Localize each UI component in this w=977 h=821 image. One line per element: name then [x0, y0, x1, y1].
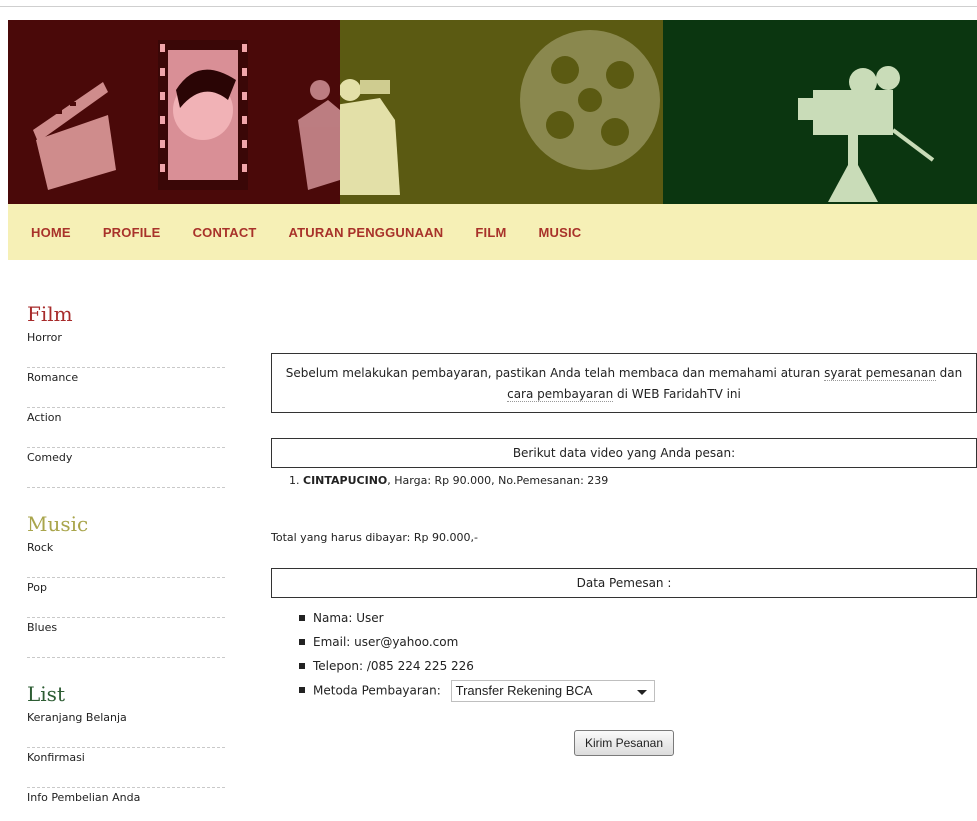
cara-pembayaran-link[interactable]: cara pembayaran	[507, 387, 614, 402]
order-list: CINTAPUCINO, Harga: Rp 90.000, No.Pemesa…	[293, 474, 977, 487]
sidebar-item-konfirmasi[interactable]: Konfirmasi	[27, 748, 225, 788]
sidebar: Film Horror Romance Action Comedy Music …	[27, 300, 225, 821]
sidebar-item-blues[interactable]: Blues	[27, 618, 225, 658]
payment-method-select[interactable]: Transfer Rekening BCA	[450, 680, 655, 702]
sidebar-music-section: Music Rock Pop Blues	[27, 510, 225, 658]
sidebar-item-comedy[interactable]: Comedy	[27, 448, 225, 488]
sidebar-music-title: Music	[27, 512, 89, 536]
sidebar-item-romance[interactable]: Romance	[27, 368, 225, 408]
top-divider	[0, 6, 977, 7]
film-reel-icon	[340, 30, 660, 195]
nav-profile[interactable]: PROFILE	[103, 225, 161, 240]
buyer-header: Data Pemesan :	[271, 568, 977, 598]
cameraman	[340, 79, 400, 195]
sidebar-item-label: Rock	[27, 541, 54, 554]
clapperboard-icon	[33, 40, 340, 190]
sidebar-list-title: List	[27, 682, 65, 706]
sidebar-item-keranjang-belanja[interactable]: Keranjang Belanja	[27, 708, 225, 748]
buyer-phone: Telepon: /085 224 225 226	[299, 656, 977, 680]
sidebar-item-label: Romance	[27, 371, 79, 384]
banner-panel-reel	[340, 20, 663, 204]
order-price: Harga: Rp 90.000	[394, 474, 492, 487]
sidebar-item-label: Comedy	[27, 451, 73, 464]
buyer-email: Email: user@yahoo.com	[299, 632, 977, 656]
sidebar-item-action[interactable]: Action	[27, 408, 225, 448]
buyer-name: Nama: User	[299, 608, 977, 632]
order-title: CINTAPUCINO	[303, 474, 388, 487]
syarat-pemesanan-link[interactable]: syarat pemesanan	[824, 366, 936, 381]
main-content: Sebelum melakukan pembayaran, pastikan A…	[271, 353, 977, 756]
notice-text: Sebelum melakukan pembayaran, pastikan A…	[285, 366, 825, 380]
sidebar-item-rock[interactable]: Rock	[27, 538, 225, 578]
nav-film[interactable]: FILM	[475, 225, 506, 240]
payment-method-label: Metoda Pembayaran:	[313, 683, 441, 698]
sidebar-item-label: Konfirmasi	[27, 751, 85, 764]
sidebar-film-section: Film Horror Romance Action Comedy	[27, 300, 225, 488]
sidebar-item-label: Action	[27, 411, 62, 424]
payment-notice: Sebelum melakukan pembayaran, pastikan A…	[271, 353, 977, 413]
nav-music[interactable]: MUSIC	[539, 225, 582, 240]
nav-home[interactable]: HOME	[31, 225, 71, 240]
sidebar-list-section: List Keranjang Belanja Konfirmasi Info P…	[27, 680, 225, 821]
sidebar-item-info-pembelian[interactable]: Info Pembelian Anda	[27, 788, 225, 821]
sidebar-item-label: Blues	[27, 621, 58, 634]
sidebar-item-label: Horror	[27, 331, 62, 344]
banner-panel-camera	[663, 20, 977, 204]
header-banner	[8, 20, 977, 204]
order-header: Berikut data video yang Anda pesan:	[271, 438, 977, 468]
order-item: CINTAPUCINO, Harga: Rp 90.000, No.Pemesa…	[303, 474, 977, 487]
kirim-pesanan-button[interactable]: Kirim Pesanan	[573, 730, 675, 756]
sidebar-item-horror[interactable]: Horror	[27, 328, 225, 368]
main-nav: HOME PROFILE CONTACT ATURAN PENGGUNAAN F…	[8, 204, 977, 260]
payment-method-row: Metoda Pembayaran: Transfer Rekening BCA	[299, 680, 977, 704]
filmstrip-portrait	[158, 40, 248, 190]
chevron-down-icon	[636, 690, 647, 695]
order-number: No.Pemesanan: 239	[498, 474, 609, 487]
sidebar-item-label: Info Pembelian Anda	[27, 791, 141, 804]
nav-contact[interactable]: CONTACT	[193, 225, 257, 240]
notice-text: di WEB FaridahTV ini	[613, 387, 741, 401]
sidebar-item-pop[interactable]: Pop	[27, 578, 225, 618]
total-amount: Total yang harus dibayar: Rp 90.000,-	[271, 531, 478, 544]
nav-aturan-penggunaan[interactable]: ATURAN PENGGUNAAN	[289, 225, 444, 240]
buyer-data-list: Nama: User Email: user@yahoo.com Telepon…	[299, 608, 977, 704]
cameraman-left	[298, 80, 340, 190]
banner-panel-clapper	[8, 20, 340, 204]
payment-method-value: Transfer Rekening BCA	[455, 683, 593, 698]
notice-text: dan	[935, 366, 963, 380]
sidebar-item-label: Keranjang Belanja	[27, 711, 127, 724]
sidebar-film-title: Film	[27, 302, 73, 326]
movie-camera-icon	[798, 66, 935, 202]
sidebar-item-label: Pop	[27, 581, 47, 594]
